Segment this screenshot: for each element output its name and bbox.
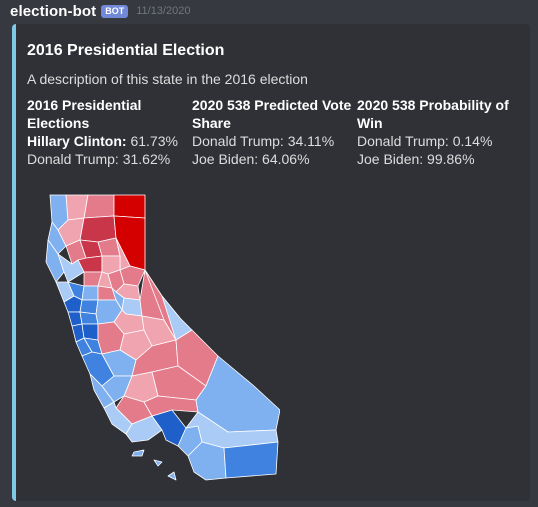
field-name: 2020 538 Predicted Vote Share (192, 97, 352, 131)
county-region (131, 449, 145, 457)
california-county-map-image[interactable] (28, 190, 280, 490)
county-region (167, 471, 177, 481)
field-2020-vote-share: 2020 538 Predicted Vote Share Donald Tru… (192, 96, 352, 168)
field-value-line: Hillary Clinton: 61.73% (27, 132, 187, 150)
embed-title: 2016 Presidential Election (27, 42, 225, 59)
county-region (79, 299, 99, 315)
field-value-line: Donald Trump: 34.11% (192, 133, 335, 149)
county-region (83, 194, 115, 219)
field-value-line: Joe Biden: 64.06% (192, 151, 310, 167)
california-county-map-icon (45, 194, 280, 481)
field-2020-win-probability: 2020 538 Probability of Win Donald Trump… (357, 96, 517, 168)
county-region (81, 323, 99, 341)
field-name: 2020 538 Probability of Win (357, 97, 509, 131)
candidate-percent: 61.73% (126, 133, 178, 149)
embed-card: 2016 Presidential Election A description… (12, 24, 530, 501)
county-region (79, 215, 117, 243)
county-region (67, 311, 83, 327)
embed-description: A description of this state in the 2016 … (27, 71, 308, 87)
message-header: election-bot BOT 11/13/2020 (10, 2, 190, 20)
field-value-line: Donald Trump: 0.14% (357, 133, 493, 149)
county-region (223, 441, 279, 479)
county-region (79, 311, 99, 325)
county-region (113, 194, 146, 219)
username[interactable]: election-bot (10, 3, 96, 20)
county-region (81, 285, 99, 301)
candidate-name-bold: Hillary Clinton: (27, 133, 127, 149)
field-2016-results: 2016 Presidential Elections Hillary Clin… (27, 96, 187, 168)
field-name: 2016 Presidential Elections (27, 97, 142, 131)
bot-badge: BOT (101, 4, 129, 18)
field-value-line: Donald Trump: 31.62% (27, 151, 171, 167)
field-value-line: Joe Biden: 99.86% (357, 151, 475, 167)
message-timestamp: 11/13/2020 (136, 5, 191, 17)
county-region (153, 459, 163, 467)
